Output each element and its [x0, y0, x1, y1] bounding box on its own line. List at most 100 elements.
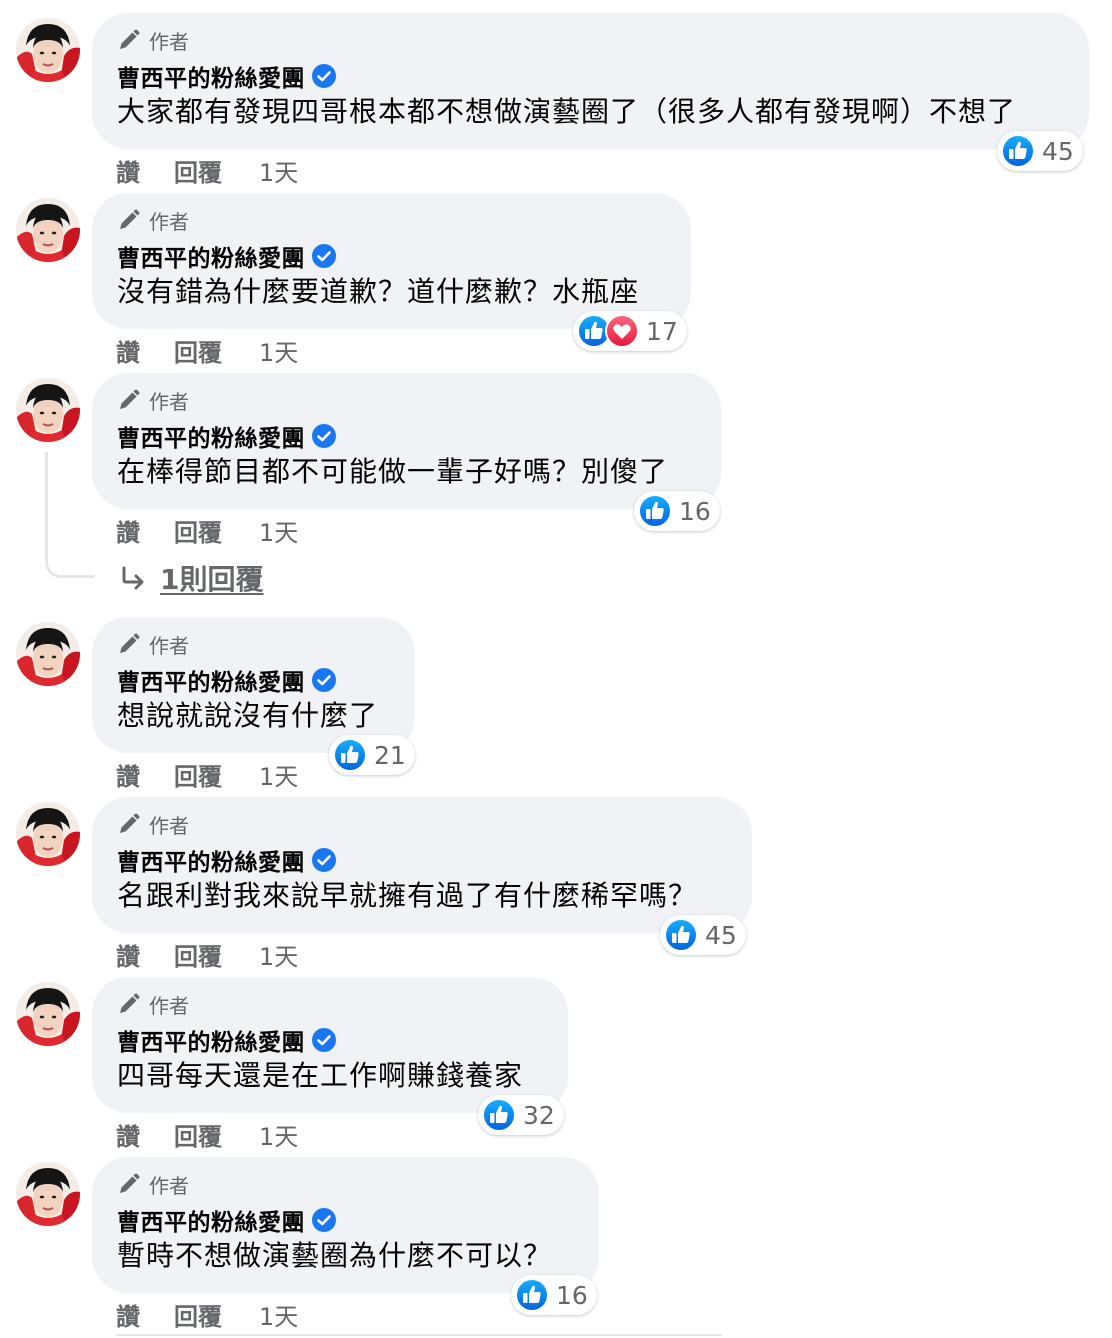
author-badge: 作者	[117, 631, 389, 658]
commenter-name[interactable]: 曹西平的粉絲愛團	[117, 1203, 305, 1237]
reply-button[interactable]: 回覆	[174, 937, 259, 972]
reactions-summary[interactable]: 21	[329, 735, 415, 775]
avatar[interactable]	[16, 18, 80, 82]
like-button[interactable]: 讚	[116, 757, 174, 792]
reaction-count: 45	[705, 920, 737, 950]
avatar[interactable]	[16, 198, 80, 262]
comment-bubble: 作者 曹西平的粉絲愛團 名跟利對我來說早就擁有過了有什麼稀罕嗎？	[92, 797, 752, 933]
timestamp[interactable]: 1天	[259, 333, 298, 368]
view-replies-label[interactable]: 1則回覆	[160, 558, 263, 598]
comment-text: 四哥每天還是在工作啊賺錢養家	[117, 1059, 524, 1092]
comment-bubble: 作者 曹西平的粉絲愛團 沒有錯為什麼要道歉？道什麼歉？水瓶座	[92, 193, 691, 329]
reply-button[interactable]: 回覆	[174, 757, 259, 792]
author-label: 作者	[149, 993, 189, 1018]
reaction-count: 16	[556, 1280, 588, 1310]
pencil-icon	[117, 632, 141, 656]
author-badge: 作者	[117, 991, 542, 1018]
comment-text: 大家都有發現四哥根本都不想做演藝圈了（很多人都有發現啊）不想了	[117, 95, 1017, 128]
like-icon	[664, 918, 698, 952]
comment-text: 想說就說沒有什麼了	[117, 699, 379, 732]
timestamp[interactable]: 1天	[259, 513, 298, 548]
commenter-name[interactable]: 曹西平的粉絲愛團	[117, 419, 305, 453]
like-button[interactable]: 讚	[116, 333, 174, 368]
author-label: 作者	[149, 813, 189, 838]
reaction-count: 17	[646, 316, 678, 346]
pencil-icon	[117, 208, 141, 232]
like-button[interactable]: 讚	[116, 937, 174, 972]
timestamp[interactable]: 1天	[259, 1297, 298, 1332]
author-badge: 作者	[117, 387, 695, 414]
reply-arrow-icon	[118, 563, 148, 593]
reply-button[interactable]: 回覆	[174, 1117, 259, 1152]
commenter-name[interactable]: 曹西平的粉絲愛團	[117, 1023, 305, 1057]
timestamp[interactable]: 1天	[259, 1117, 298, 1152]
timestamp[interactable]: 1天	[259, 937, 298, 972]
like-button[interactable]: 讚	[116, 153, 174, 188]
avatar[interactable]	[16, 1162, 80, 1226]
like-icon	[333, 738, 367, 772]
comment-text: 暫時不想做演藝圈為什麼不可以？	[117, 1239, 553, 1272]
reactions-summary[interactable]: 45	[997, 131, 1083, 171]
pencil-icon	[117, 28, 141, 52]
verified-icon	[311, 667, 337, 693]
author-badge: 作者	[117, 27, 1063, 54]
reply-button[interactable]: 回覆	[174, 513, 259, 548]
verified-icon	[311, 243, 337, 269]
divider	[116, 1334, 722, 1336]
pencil-icon	[117, 812, 141, 836]
timestamp[interactable]: 1天	[259, 153, 298, 188]
avatar[interactable]	[16, 802, 80, 866]
reaction-count: 45	[1042, 136, 1074, 166]
reaction-count: 32	[523, 1100, 555, 1130]
comment-bubble: 作者 曹西平的粉絲愛團 暫時不想做演藝圈為什麼不可以？	[92, 1157, 599, 1293]
pencil-icon	[117, 1172, 141, 1196]
reactions-summary[interactable]: 45	[660, 915, 746, 955]
comment-bubble: 作者 曹西平的粉絲愛團 四哥每天還是在工作啊賺錢養家	[92, 977, 568, 1113]
like-icon	[638, 494, 672, 528]
comment-bubble: 作者 曹西平的粉絲愛團 在棒得節目都不可能做一輩子好嗎？別傻了	[92, 373, 721, 509]
verified-icon	[311, 423, 337, 449]
view-replies-link[interactable]: 1則回覆	[118, 558, 263, 598]
reactions-summary[interactable]: 16	[511, 1275, 597, 1315]
reactions-summary[interactable]: 32	[478, 1095, 564, 1135]
author-label: 作者	[149, 389, 189, 414]
like-icon	[482, 1098, 516, 1132]
pencil-icon	[117, 388, 141, 412]
author-label: 作者	[149, 29, 189, 54]
reaction-count: 21	[374, 740, 406, 770]
author-label: 作者	[149, 209, 189, 234]
avatar[interactable]	[16, 378, 80, 442]
avatar[interactable]	[16, 982, 80, 1046]
commenter-name[interactable]: 曹西平的粉絲愛團	[117, 663, 305, 697]
author-badge: 作者	[117, 811, 726, 838]
verified-icon	[311, 847, 337, 873]
author-badge: 作者	[117, 207, 665, 234]
like-button[interactable]: 讚	[116, 513, 174, 548]
comment-bubble: 作者 曹西平的粉絲愛團 想說就說沒有什麼了	[92, 617, 415, 753]
like-button[interactable]: 讚	[116, 1117, 174, 1152]
reactions-summary[interactable]: 16	[634, 491, 720, 531]
reply-button[interactable]: 回覆	[174, 153, 259, 188]
commenter-name[interactable]: 曹西平的粉絲愛團	[117, 239, 305, 273]
like-icon	[1001, 134, 1035, 168]
author-label: 作者	[149, 1173, 189, 1198]
reaction-count: 16	[679, 496, 711, 526]
commenter-name[interactable]: 曹西平的粉絲愛團	[117, 843, 305, 877]
reply-button[interactable]: 回覆	[174, 333, 259, 368]
comment-bubble: 作者 曹西平的粉絲愛團 大家都有發現四哥根本都不想做演藝圈了（很多人都有發現啊）…	[92, 13, 1089, 149]
author-badge: 作者	[117, 1171, 573, 1198]
commenter-name[interactable]: 曹西平的粉絲愛團	[117, 59, 305, 93]
comment-text: 在棒得節目都不可能做一輩子好嗎？別傻了	[117, 455, 669, 488]
author-label: 作者	[149, 633, 189, 658]
heart-icon	[605, 314, 639, 348]
verified-icon	[311, 1207, 337, 1233]
verified-icon	[311, 1027, 337, 1053]
timestamp[interactable]: 1天	[259, 757, 298, 792]
verified-icon	[311, 63, 337, 89]
reactions-summary[interactable]: 17	[573, 311, 687, 351]
comment-text: 沒有錯為什麼要道歉？道什麼歉？水瓶座	[117, 275, 640, 308]
like-icon	[515, 1278, 549, 1312]
avatar[interactable]	[16, 622, 80, 686]
like-button[interactable]: 讚	[116, 1297, 174, 1332]
reply-button[interactable]: 回覆	[174, 1297, 259, 1332]
